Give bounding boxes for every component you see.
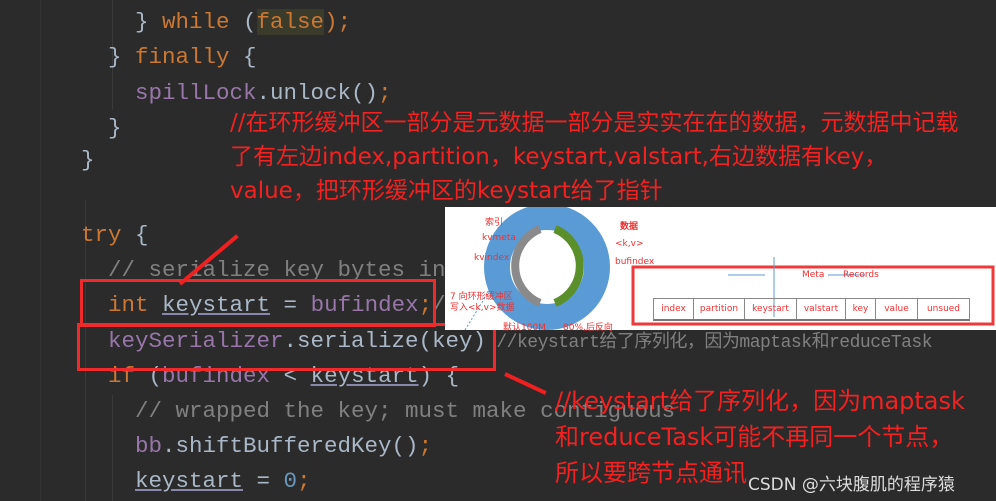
code-token: finally xyxy=(135,44,230,70)
label-kv: <k,v> xyxy=(615,239,644,249)
code-token: bb xyxy=(135,433,163,459)
code-token: = xyxy=(243,468,284,494)
arrow-bottom xyxy=(504,372,547,395)
indent-guide xyxy=(112,395,113,501)
table-cell: unsued xyxy=(926,304,961,314)
label-write: 7 向环形缓冲区 写入<k,v>数据 xyxy=(450,292,515,313)
code-token: //keystart给了序列化，因为maptask和reduceTask xyxy=(486,333,933,353)
code-token: 0 xyxy=(283,468,298,494)
label-data-cn: 数据 xyxy=(620,222,639,232)
code-token: } xyxy=(135,9,163,35)
code-line: } xyxy=(108,111,122,146)
table-cell: keystart xyxy=(745,299,797,319)
table-cell: valstart xyxy=(797,299,846,319)
label-default-size: 默认100M xyxy=(503,323,546,333)
label-meta: Meta xyxy=(802,270,825,280)
highlight-box-serialize xyxy=(77,323,496,371)
code-line: } while (false); xyxy=(135,5,351,40)
code-token: .unlock() xyxy=(256,80,379,106)
code-line: } finally { xyxy=(108,40,257,75)
code-token: ; xyxy=(297,468,311,494)
ring-buffer-diagram: 索引 kvmeta kvindex 7 向环形缓冲区 写入<k,v>数据 默认1… xyxy=(445,207,996,333)
gutter-divider xyxy=(40,0,41,501)
code-line: keystart = 0; xyxy=(135,464,311,499)
label-spill: 80%,后反向 xyxy=(563,323,613,333)
code-token: ( xyxy=(229,9,257,35)
code-token: false xyxy=(256,9,325,35)
meta-table: index partition keystart valstart key va… xyxy=(653,298,970,321)
code-token: spillLock xyxy=(135,80,257,106)
code-token: { xyxy=(229,44,257,70)
label-records: Records xyxy=(843,270,879,280)
code-token: try xyxy=(81,222,122,248)
table-cell: partition xyxy=(694,299,745,319)
table-cell: index xyxy=(654,299,694,319)
code-token: .shiftBufferedKey() xyxy=(162,433,419,459)
label-index-cn: 索引 xyxy=(485,218,504,228)
code-line: try { xyxy=(81,218,149,253)
code-token: } xyxy=(81,147,95,173)
table-cell: value xyxy=(876,299,918,319)
label-kvmeta: kvmeta xyxy=(482,233,516,243)
label-kvindex: kvindex xyxy=(474,253,510,263)
table-cell: key xyxy=(846,299,876,319)
code-token: ; xyxy=(337,9,352,35)
label-bufindex: bufindex xyxy=(615,257,655,267)
watermark: CSDN @六块腹肌的程序猿 xyxy=(748,475,955,495)
annotation-top: //在环形缓冲区一部分是元数据一部分是实实在在的数据，元数据中记载了有左边ind… xyxy=(230,110,959,204)
code-line: bb.shiftBufferedKey(); xyxy=(135,429,432,464)
code-token: ; xyxy=(378,80,392,106)
code-token: ) xyxy=(324,9,338,35)
code-line: } xyxy=(81,143,95,178)
highlight-box-keystart xyxy=(80,279,436,327)
code-token: { xyxy=(121,222,149,248)
code-token: } xyxy=(108,44,136,70)
code-token: ; xyxy=(418,433,433,459)
code-token: keystart xyxy=(135,468,244,494)
code-token: } xyxy=(108,115,122,141)
code-token: while xyxy=(162,9,230,35)
